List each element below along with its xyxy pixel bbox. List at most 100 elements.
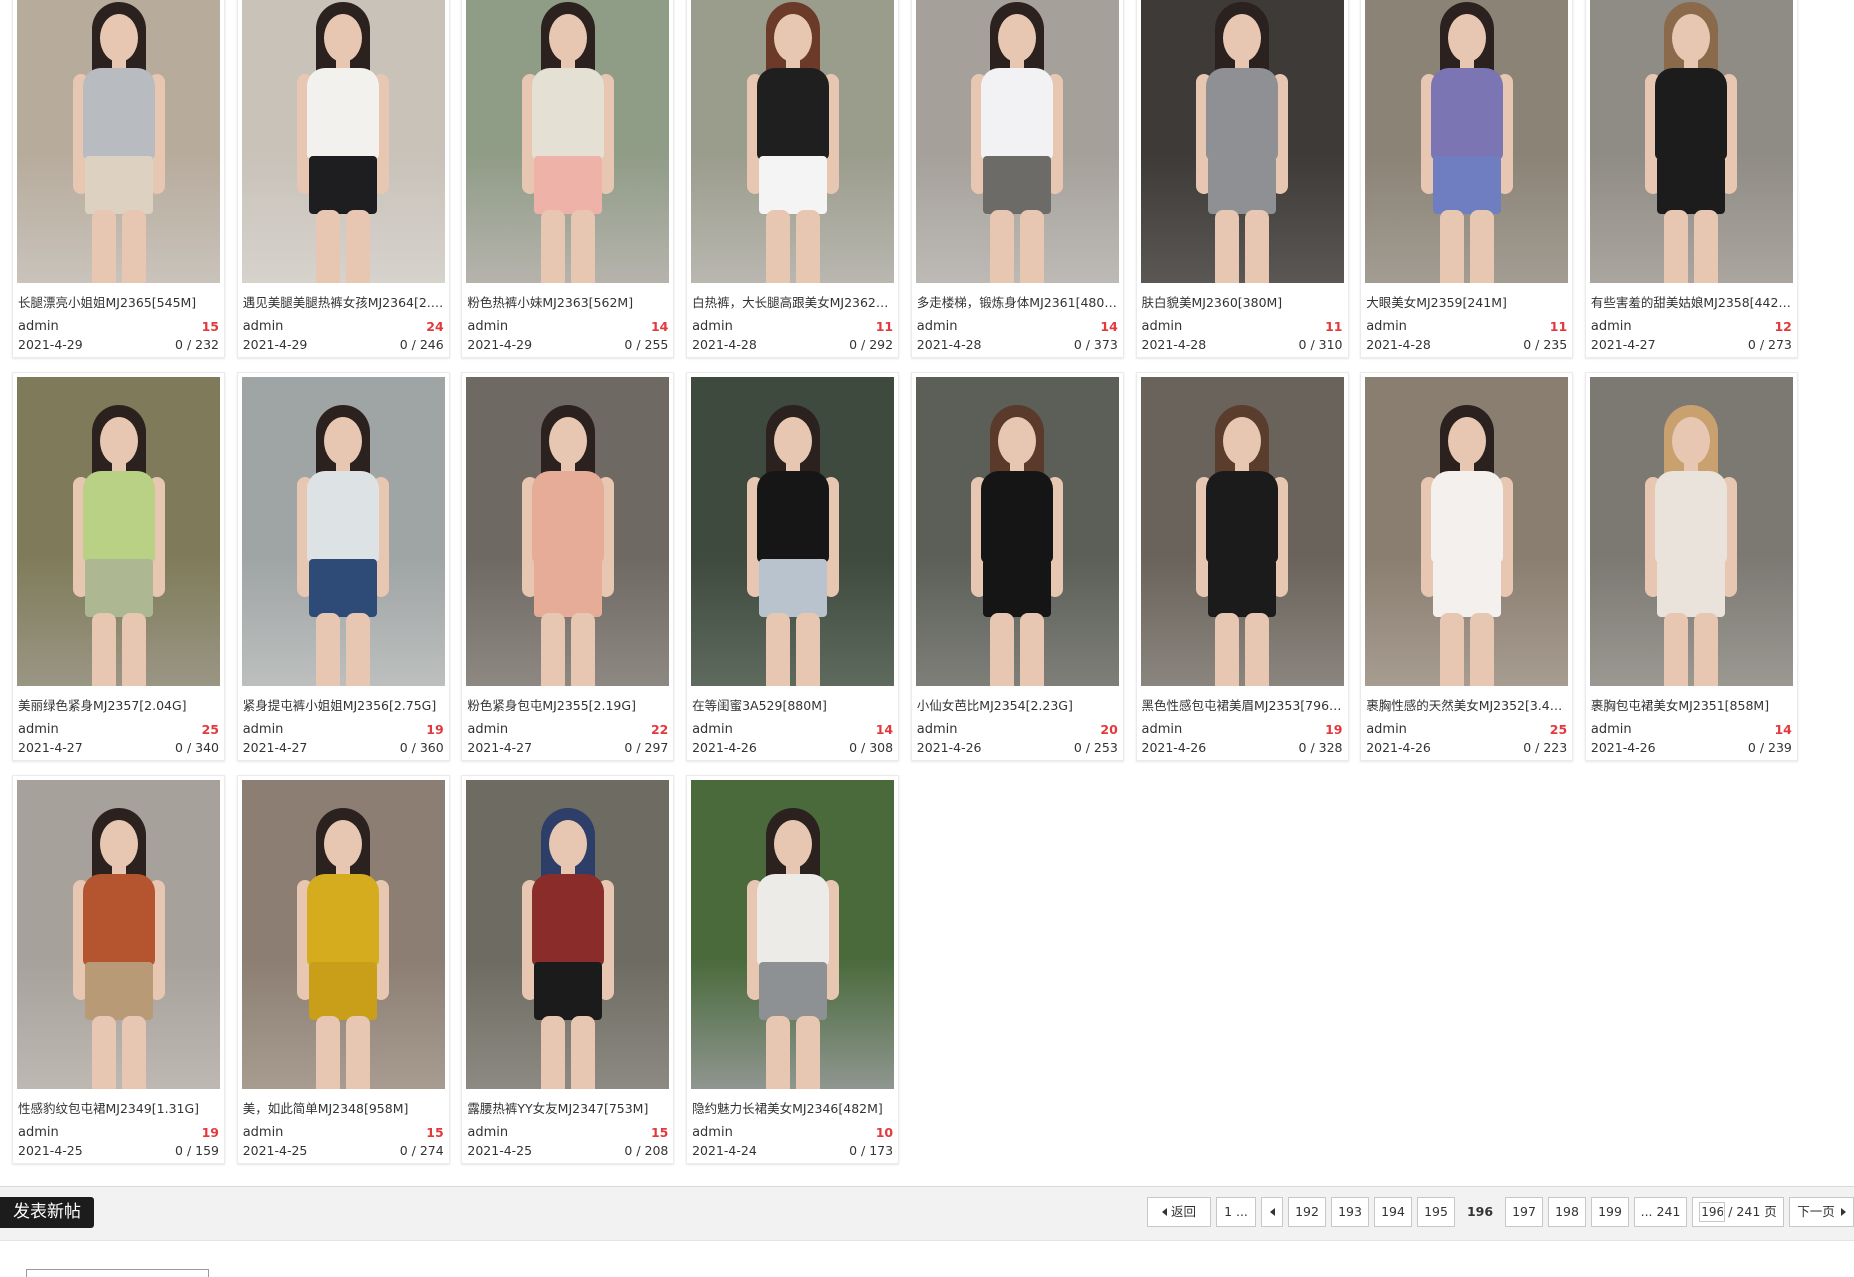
- post-title-link[interactable]: 性感豹纹包屯裙MJ2349[1.31G]: [18, 1100, 219, 1118]
- post-title-link[interactable]: 小仙女芭比MJ2354[2.23G]: [917, 697, 1118, 715]
- post-title-link[interactable]: 裹胸性感的天然美女MJ2352[3.44G]: [1366, 697, 1567, 715]
- post-author-link[interactable]: admin: [692, 1124, 733, 1142]
- post-author-link[interactable]: admin: [18, 318, 59, 336]
- back-button[interactable]: 返回: [1147, 1197, 1211, 1227]
- post-thumbnail[interactable]: [691, 0, 895, 283]
- post-title-link[interactable]: 粉色热裤小妹MJ2363[562M]: [467, 294, 668, 312]
- post-author-link[interactable]: admin: [1142, 721, 1183, 739]
- page-last-button[interactable]: ... 241: [1634, 1197, 1687, 1227]
- post-thumbnail[interactable]: [1140, 0, 1344, 283]
- post-info: 美，如此简单MJ2348[958M] admin 15 2021-4-25 0 / 27…: [242, 1089, 445, 1159]
- prev-page-button[interactable]: [1261, 1197, 1283, 1227]
- post-thumbnail[interactable]: [1140, 377, 1344, 686]
- page-button[interactable]: 192: [1288, 1197, 1326, 1227]
- post-title-link[interactable]: 肤白貌美MJ2360[380M]: [1142, 294, 1343, 312]
- post-author-link[interactable]: admin: [692, 318, 733, 336]
- post-author-link[interactable]: admin: [243, 318, 284, 336]
- post-title-link[interactable]: 在等闺蜜3A529[880M]: [692, 697, 893, 715]
- post-thumbnail[interactable]: [1589, 377, 1793, 686]
- post-author-link[interactable]: admin: [917, 721, 958, 739]
- post-meta-row: admin 25: [18, 721, 219, 739]
- page-button[interactable]: 195: [1417, 1197, 1455, 1227]
- post-author-link[interactable]: admin: [1366, 318, 1407, 336]
- page-button[interactable]: 193: [1331, 1197, 1369, 1227]
- post-author-link[interactable]: admin: [467, 1124, 508, 1142]
- post-author-link[interactable]: admin: [467, 318, 508, 336]
- new-post-button[interactable]: 发表新帖: [0, 1197, 94, 1228]
- photo-subject-top: [756, 68, 829, 160]
- post-title-link[interactable]: 黑色性感包屯裙美眉MJ2353[796M]: [1142, 697, 1343, 715]
- post-thumbnail[interactable]: [17, 780, 220, 1089]
- post-meta-row: admin 14: [917, 318, 1118, 336]
- post-meta-row: admin 15: [243, 1124, 444, 1142]
- post-date-row: 2021-4-27 0 / 297: [467, 739, 668, 756]
- post-thumbnail[interactable]: [17, 377, 220, 686]
- post-thumbnail[interactable]: [691, 377, 895, 686]
- next-page-button[interactable]: 下一页: [1789, 1197, 1854, 1227]
- post-thumbnail[interactable]: [1365, 0, 1569, 283]
- post-title-link[interactable]: 长腿漂亮小姐姐MJ2365[545M]: [18, 294, 219, 312]
- photo-subject-bottom: [1432, 156, 1501, 214]
- post-title-link[interactable]: 隐约魅力长裙美女MJ2346[482M]: [692, 1100, 893, 1118]
- reply-count: 14: [1100, 319, 1118, 334]
- photo-subject-top: [307, 471, 380, 563]
- page-button[interactable]: 198: [1548, 1197, 1586, 1227]
- post-author-link[interactable]: admin: [18, 1124, 59, 1142]
- post-author-link[interactable]: admin: [917, 318, 958, 336]
- post-title-link[interactable]: 美，如此简单MJ2348[958M]: [243, 1100, 444, 1118]
- page-button[interactable]: 194: [1374, 1197, 1412, 1227]
- post-date-row: 2021-4-29 0 / 232: [18, 336, 219, 353]
- post-thumbnail[interactable]: [466, 0, 670, 283]
- post-info: 在等闺蜜3A529[880M] admin 14 2021-4-26 0 / 308: [691, 686, 894, 756]
- post-author-link[interactable]: admin: [243, 721, 284, 739]
- post-thumbnail[interactable]: [241, 780, 445, 1089]
- post-author-link[interactable]: admin: [467, 721, 508, 739]
- post-thumbnail[interactable]: [241, 0, 445, 283]
- page-button[interactable]: 197: [1505, 1197, 1543, 1227]
- post-card: 粉色紧身包屯MJ2355[2.19G] admin 22 2021-4-27 0 / 2…: [461, 372, 675, 761]
- post-thumbnail[interactable]: [241, 377, 445, 686]
- post-card: 美，如此简单MJ2348[958M] admin 15 2021-4-25 0 / 27…: [236, 775, 450, 1164]
- post-title-link[interactable]: 遇见美腿美腿热裤女孩MJ2364[2.6G]: [243, 294, 444, 312]
- post-title-link[interactable]: 大眼美女MJ2359[241M]: [1366, 294, 1567, 312]
- post-author-link[interactable]: admin: [692, 721, 733, 739]
- post-stats: 0 / 310: [1298, 337, 1343, 352]
- reply-count: 14: [1774, 722, 1792, 737]
- post-thumbnail[interactable]: [466, 780, 670, 1089]
- post-title-link[interactable]: 白热裤，大长腿高跟美女MJ2362[40...: [692, 294, 893, 312]
- page-jump-input[interactable]: [1699, 1202, 1726, 1222]
- post-title-link[interactable]: 露腰热裤YY女友MJ2347[753M]: [467, 1100, 668, 1118]
- post-title-link[interactable]: 美丽绿色紧身MJ2357[2.04G]: [18, 697, 219, 715]
- post-date: 2021-4-25: [18, 1143, 83, 1158]
- post-title-link[interactable]: 裹胸包屯裙美女MJ2351[858M]: [1591, 697, 1792, 715]
- post-date-row: 2021-4-29 0 / 246: [243, 336, 444, 353]
- page-button[interactable]: 199: [1591, 1197, 1629, 1227]
- post-thumbnail[interactable]: [691, 780, 895, 1089]
- post-thumbnail[interactable]: [1589, 0, 1793, 283]
- post-author-link[interactable]: admin: [1591, 318, 1632, 336]
- post-stats: 0 / 253: [1073, 740, 1118, 755]
- post-author-link[interactable]: admin: [18, 721, 59, 739]
- post-thumbnail[interactable]: [915, 0, 1119, 283]
- post-thumbnail[interactable]: [915, 377, 1119, 686]
- post-author-link[interactable]: admin: [1366, 721, 1407, 739]
- photo-subject-bottom: [309, 156, 378, 214]
- page-first-button[interactable]: 1 ...: [1216, 1197, 1256, 1227]
- post-title-link[interactable]: 有些害羞的甜美姑娘MJ2358[442M]: [1591, 294, 1792, 312]
- reply-count: 22: [650, 722, 669, 737]
- post-title-link[interactable]: 粉色紧身包屯MJ2355[2.19G]: [467, 697, 668, 715]
- photo-subject-head: [324, 417, 363, 465]
- reply-count: 19: [1325, 722, 1343, 737]
- post-thumbnail[interactable]: [466, 377, 670, 686]
- photo-subject: [508, 780, 628, 1089]
- post-thumbnail[interactable]: [17, 0, 220, 283]
- post-title-link[interactable]: 多走楼梯，锻炼身体MJ2361[480M]: [917, 294, 1118, 312]
- post-thumbnail[interactable]: [1365, 377, 1569, 686]
- photo-subject-leg: [1020, 210, 1045, 283]
- post-author-link[interactable]: admin: [243, 1124, 284, 1142]
- post-title-link[interactable]: 紧身提屯裤小姐姐MJ2356[2.75G]: [243, 697, 444, 715]
- photo-subject-leg: [1694, 613, 1719, 686]
- post-author-link[interactable]: admin: [1142, 318, 1183, 336]
- post-author-link[interactable]: admin: [1591, 721, 1632, 739]
- post-date-row: 2021-4-28 0 / 292: [692, 336, 893, 353]
